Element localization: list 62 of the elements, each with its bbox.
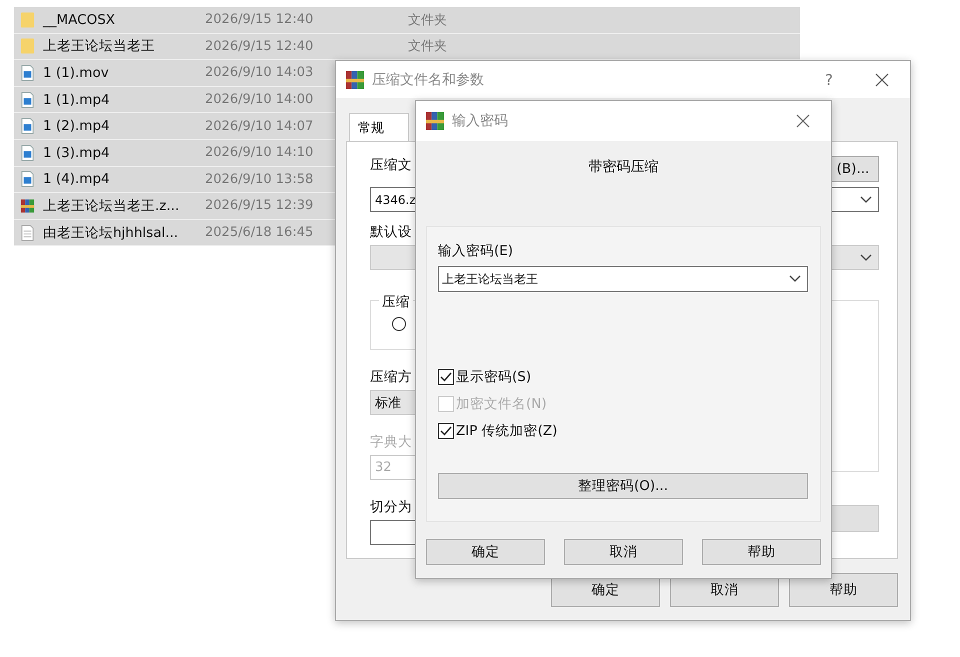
file-type: 文件夹 [408, 12, 447, 29]
file-name: 上老王论坛当老王.z... [43, 196, 180, 215]
file-name: 1 (3).mp4 [43, 144, 111, 161]
close-icon[interactable] [796, 114, 810, 128]
video-file-icon [20, 90, 35, 109]
file-name: 1 (2).mp4 [43, 118, 111, 134]
file-row[interactable]: 上老王论坛当老王 2026/9/15 12:40 文件夹 [14, 34, 800, 60]
file-name: __MACOSX [43, 12, 116, 28]
file-date: 2025/6/18 16:45 [205, 225, 314, 240]
file-name: 由老王论坛hjhhlsal... [43, 224, 180, 242]
help-button[interactable]: ? [825, 70, 833, 88]
dialog-button[interactable]: 帮助 [789, 573, 898, 607]
file-type: 文件夹 [408, 38, 447, 56]
group-label: 压缩 [379, 293, 413, 311]
file-date: 2026/9/10 14:03 [205, 65, 314, 80]
file-name: 1 (1).mp4 [43, 92, 111, 108]
field-label: 字典大 [370, 433, 412, 451]
checkbox-label: ZIP 传统加密(Z) [456, 422, 558, 440]
field-label: 压缩方 [370, 368, 412, 386]
checkbox-label: 加密文件名(N) [456, 395, 547, 413]
folder-icon [20, 10, 35, 29]
dialog-button[interactable]: 确定 [426, 539, 545, 565]
close-icon[interactable] [875, 72, 889, 86]
window-title: 压缩文件名和参数 [372, 70, 484, 88]
field-label: 压缩文 [370, 156, 412, 174]
tab[interactable]: 常规 [349, 113, 409, 141]
file-name: 1 (4).mp4 [43, 171, 111, 188]
file-date: 2026/9/10 14:07 [205, 118, 314, 134]
file-date: 2026/9/10 14:00 [205, 92, 314, 108]
checkbox[interactable] [438, 423, 454, 439]
window-title: 输入密码 [452, 112, 508, 130]
file-date: 2026/9/15 12:39 [205, 198, 314, 214]
field-label: 切分为 [370, 498, 412, 516]
archive-icon [346, 70, 364, 88]
password-field[interactable]: 上老王论坛当老王 [438, 266, 808, 292]
checkbox[interactable] [438, 369, 454, 385]
dialog-button[interactable]: 帮助 [702, 539, 821, 565]
archive-icon [20, 196, 35, 215]
file-date: 2026/9/15 12:40 [205, 12, 314, 28]
dialog-button[interactable]: 取消 [564, 539, 683, 565]
video-file-icon [20, 144, 35, 162]
field-label: 默认设 [370, 223, 412, 241]
video-file-icon [20, 64, 35, 82]
checkbox-label: 显示密码(S) [456, 368, 532, 386]
file-date: 2026/9/15 12:40 [205, 38, 314, 54]
chevron-down-icon [860, 196, 872, 204]
chevron-down-icon [789, 275, 801, 283]
document-icon [20, 224, 35, 242]
radio-button[interactable] [392, 317, 406, 331]
file-date: 2026/9/10 14:10 [205, 145, 314, 160]
file-row[interactable]: __MACOSX 2026/9/15 12:40 文件夹 [14, 7, 800, 34]
dialog-heading: 带密码压缩 [588, 158, 660, 177]
file-date: 2026/9/10 13:58 [205, 172, 314, 187]
archive-icon [426, 112, 444, 130]
folder-icon [20, 37, 35, 56]
file-name: 1 (1).mov [43, 64, 110, 81]
organize-passwords-button[interactable]: 整理密码(O)... [438, 473, 808, 499]
file-name: 上老王论坛当老王 [43, 37, 156, 56]
chevron-down-icon [860, 254, 872, 262]
field-label: 输入密码(E) [438, 242, 514, 260]
video-file-icon [20, 170, 35, 188]
video-file-icon [20, 117, 35, 136]
